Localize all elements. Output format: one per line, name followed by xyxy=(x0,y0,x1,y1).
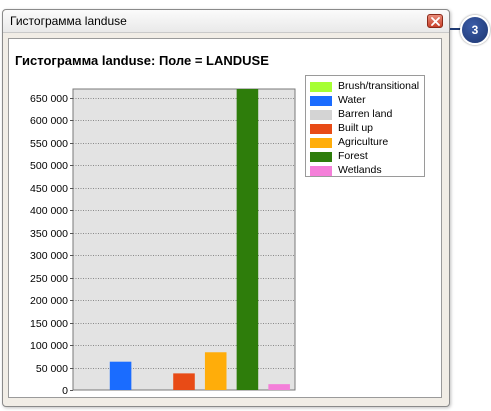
legend-swatch xyxy=(310,166,332,176)
bar-built-up xyxy=(173,373,195,390)
legend-swatch xyxy=(310,138,332,148)
legend-swatch xyxy=(310,124,332,134)
y-tick-label: 650 000 xyxy=(30,93,68,105)
legend-swatch xyxy=(310,152,332,162)
legend-swatch xyxy=(310,96,332,106)
bar-forest xyxy=(236,89,259,390)
legend-swatch xyxy=(310,82,332,92)
y-tick-label: 200 000 xyxy=(30,295,68,307)
histogram-window: Гистограмма landuse Гистограмма landuse:… xyxy=(2,9,450,407)
bar-water xyxy=(109,361,132,390)
callout-badge: 3 xyxy=(460,15,490,45)
legend-label: Forest xyxy=(338,150,368,162)
y-tick-label: 150 000 xyxy=(30,318,68,330)
bar-agriculture xyxy=(204,352,227,390)
y-tick-label: 500 000 xyxy=(30,160,68,172)
title-bar[interactable]: Гистограмма landuse xyxy=(3,10,449,33)
legend-label: Agriculture xyxy=(338,136,389,148)
bar-wetlands xyxy=(268,384,290,390)
y-tick-label: 400 000 xyxy=(30,205,68,217)
legend-label: Water xyxy=(338,94,366,106)
y-tick-label: 550 000 xyxy=(30,138,68,150)
legend-label: Barren land xyxy=(338,108,393,120)
legend-swatch xyxy=(310,110,332,120)
legend-label: Built up xyxy=(338,122,374,134)
y-tick-label: 0 xyxy=(62,385,68,397)
y-tick-label: 350 000 xyxy=(30,228,68,240)
y-tick-label: 100 000 xyxy=(30,340,68,352)
y-tick-label: 250 000 xyxy=(30,273,68,285)
window-title: Гистограмма landuse xyxy=(10,14,127,28)
y-tick-label: 600 000 xyxy=(30,115,68,127)
legend-label: Wetlands xyxy=(338,164,382,176)
legend-label: Brush/transitional xyxy=(338,80,420,92)
y-tick-label: 50 000 xyxy=(36,363,68,375)
close-button[interactable] xyxy=(427,14,443,28)
chart-legend: Brush/transitional Water Barren land Built … xyxy=(305,75,425,177)
y-tick-label: 450 000 xyxy=(30,183,68,195)
close-icon xyxy=(431,17,440,26)
plot-area xyxy=(72,88,296,391)
y-tick-label: 300 000 xyxy=(30,250,68,262)
chart-panel: Гистограмма landuse: Поле = LANDUSE 0 50 … xyxy=(8,38,442,398)
